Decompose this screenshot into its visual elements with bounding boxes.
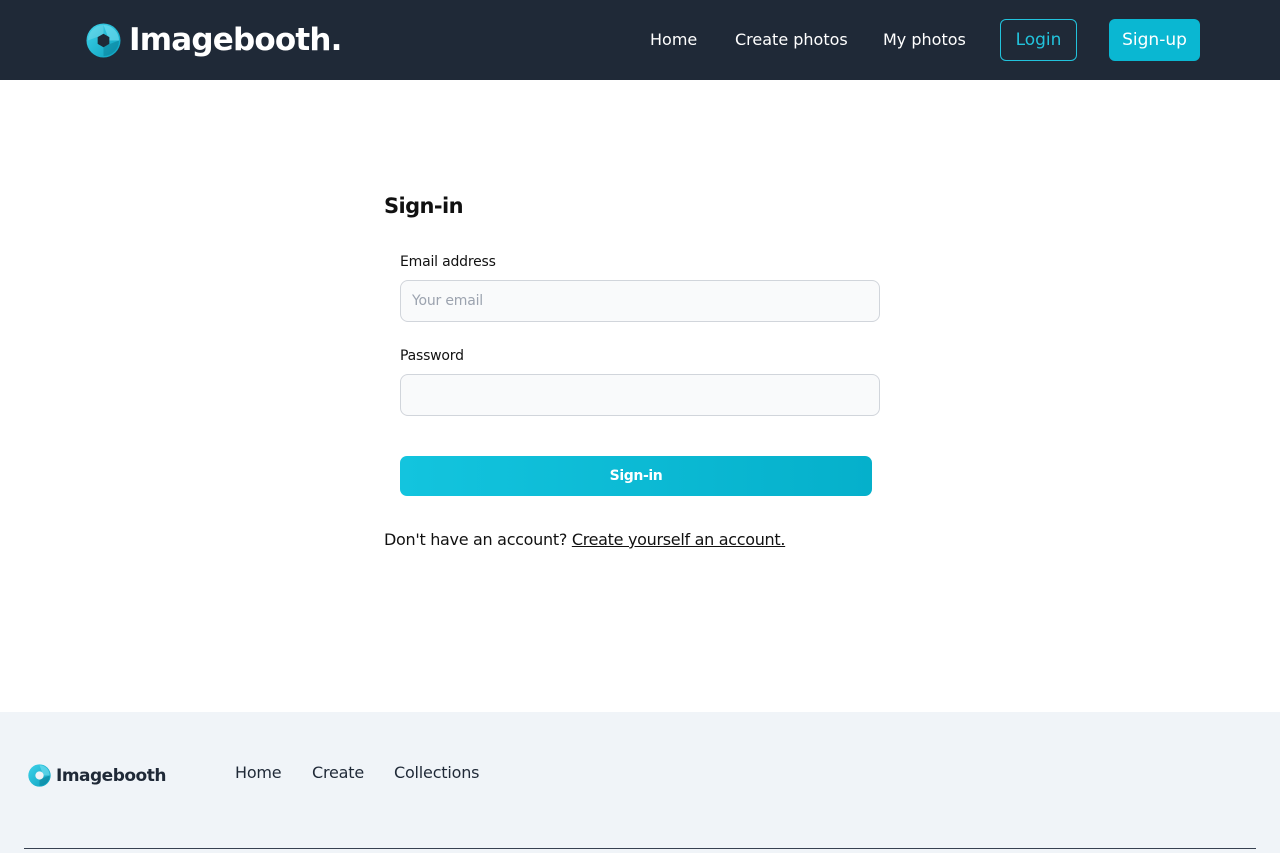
brand-logo-link[interactable]: Imagebooth.: [86, 22, 342, 58]
nav-create-photos[interactable]: Create photos: [735, 29, 848, 51]
footer-brand-link[interactable]: Imagebooth: [28, 764, 166, 787]
password-field[interactable]: [400, 374, 880, 416]
email-label: Email address: [400, 254, 496, 270]
create-account-link[interactable]: Create yourself an account.: [572, 530, 786, 549]
footer-divider: [24, 848, 1256, 849]
signup-button[interactable]: Sign-up: [1109, 19, 1200, 61]
password-label: Password: [400, 348, 464, 364]
brand-name: Imagebooth.: [129, 22, 342, 58]
nav-home[interactable]: Home: [650, 29, 697, 51]
no-account-text: Don't have an account?: [384, 530, 568, 549]
footer-link-collections[interactable]: Collections: [394, 762, 479, 784]
footer-link-home[interactable]: Home: [235, 762, 282, 784]
signup-prompt: Don't have an account? Create yourself a…: [384, 529, 785, 551]
camera-aperture-icon: [28, 764, 51, 787]
email-field[interactable]: [400, 280, 880, 322]
footer-link-create[interactable]: Create: [312, 762, 364, 784]
page-title: Sign-in: [384, 194, 464, 218]
sign-in-button[interactable]: Sign-in: [400, 456, 872, 496]
site-header: Imagebooth. Home Create photos My photos…: [0, 0, 1280, 80]
site-footer: Imagebooth Home Create Collections: [0, 712, 1280, 853]
nav-my-photos[interactable]: My photos: [883, 29, 966, 51]
login-button[interactable]: Login: [1000, 19, 1077, 61]
footer-brand-name: Imagebooth: [56, 765, 166, 786]
camera-aperture-icon: [86, 22, 121, 58]
